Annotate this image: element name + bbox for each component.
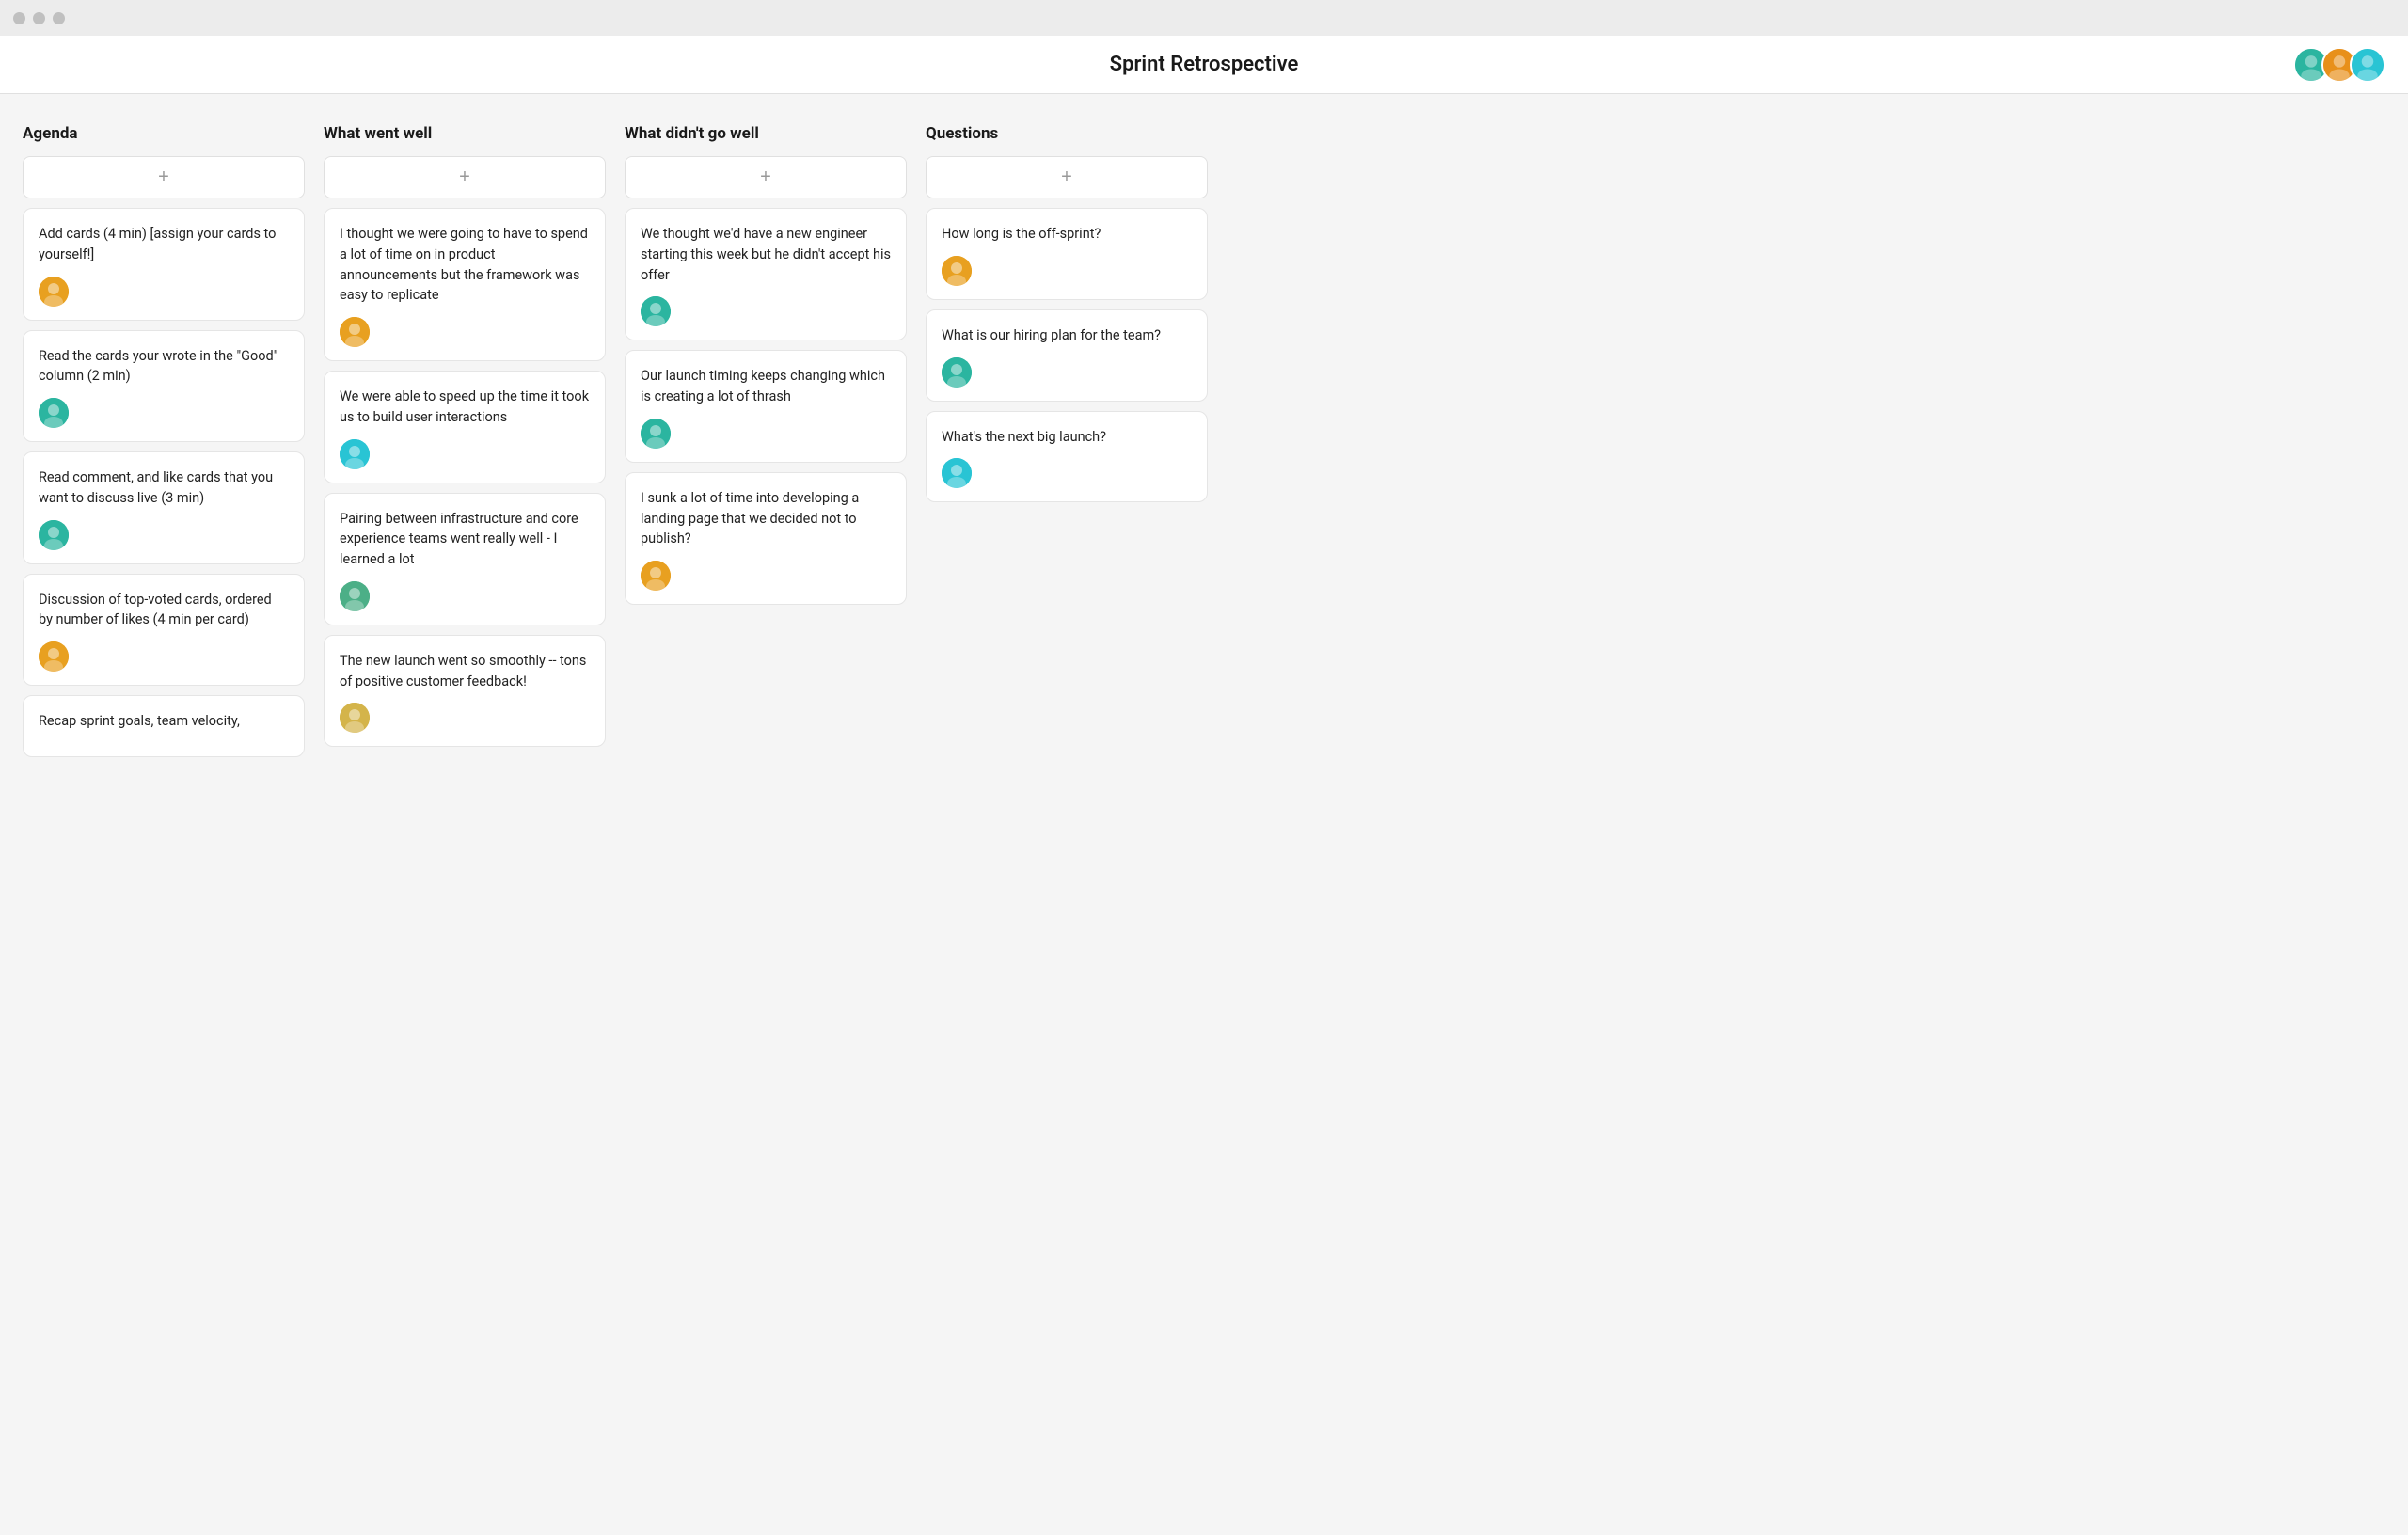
card: What is our hiring plan for the team? xyxy=(926,309,1208,402)
column-what-went-well: What went well + I thought we were going t… xyxy=(324,124,606,1505)
card-text: The new launch went so smoothly -- tons … xyxy=(340,651,590,692)
card-avatar[interactable] xyxy=(641,561,671,591)
header-avatar-group xyxy=(2301,47,2385,83)
add-card-button-questions[interactable]: + xyxy=(926,156,1208,198)
card-avatar[interactable] xyxy=(942,256,972,286)
card-text: Recap sprint goals, team velocity, xyxy=(39,711,289,732)
card: Recap sprint goals, team velocity, xyxy=(23,695,305,757)
card: The new launch went so smoothly -- tons … xyxy=(324,635,606,748)
column-title-what-didnt-go-well: What didn't go well xyxy=(625,124,907,143)
add-card-button-what-went-well[interactable]: + xyxy=(324,156,606,198)
card: Our launch timing keeps changing which i… xyxy=(625,350,907,463)
column-title-questions: Questions xyxy=(926,124,1208,143)
column-what-didnt-go-well: What didn't go well + We thought we'd have… xyxy=(625,124,907,1505)
header-avatar-3[interactable] xyxy=(2350,47,2385,83)
add-card-button-what-didnt-go-well[interactable]: + xyxy=(625,156,907,198)
card-text: Read comment, and like cards that you wa… xyxy=(39,467,289,509)
card-avatar[interactable] xyxy=(39,520,69,550)
title-bar xyxy=(0,0,2408,36)
card-avatar[interactable] xyxy=(641,419,671,449)
card-text: How long is the off-sprint? xyxy=(942,224,1192,245)
card: How long is the off-sprint? xyxy=(926,208,1208,300)
card: We thought we'd have a new engineer star… xyxy=(625,208,907,340)
column-title-what-went-well: What went well xyxy=(324,124,606,143)
card: Discussion of top-voted cards, ordered b… xyxy=(23,574,305,687)
card-avatar[interactable] xyxy=(942,357,972,388)
traffic-light-minimize[interactable] xyxy=(33,12,45,24)
page-title: Sprint Retrospective xyxy=(1110,53,1299,76)
traffic-light-maximize[interactable] xyxy=(53,12,65,24)
card-text: What's the next big launch? xyxy=(942,427,1192,448)
card-avatar[interactable] xyxy=(39,398,69,428)
card-text: What is our hiring plan for the team? xyxy=(942,325,1192,346)
card-text: Pairing between infrastructure and core … xyxy=(340,509,590,570)
card: We were able to speed up the time it too… xyxy=(324,371,606,483)
card-avatar[interactable] xyxy=(340,581,370,611)
column-agenda: Agenda + Add cards (4 min) [assign your ca… xyxy=(23,124,305,1505)
card-avatar[interactable] xyxy=(340,703,370,733)
column-title-agenda: Agenda xyxy=(23,124,305,143)
card: Read the cards your wrote in the "Good" … xyxy=(23,330,305,443)
add-card-button-agenda[interactable]: + xyxy=(23,156,305,198)
card-avatar[interactable] xyxy=(39,641,69,672)
card-text: We were able to speed up the time it too… xyxy=(340,387,590,428)
card-text: Our launch timing keeps changing which i… xyxy=(641,366,891,407)
card-text: I thought we were going to have to spend… xyxy=(340,224,590,306)
card: Pairing between infrastructure and core … xyxy=(324,493,606,625)
card-text: Read the cards your wrote in the "Good" … xyxy=(39,346,289,388)
app-header: Sprint Retrospective xyxy=(0,36,2408,94)
card: What's the next big launch? xyxy=(926,411,1208,503)
card-avatar[interactable] xyxy=(641,296,671,326)
card-text: Add cards (4 min) [assign your cards to … xyxy=(39,224,289,265)
card-text: I sunk a lot of time into developing a l… xyxy=(641,488,891,549)
card-avatar[interactable] xyxy=(39,277,69,307)
card: Add cards (4 min) [assign your cards to … xyxy=(23,208,305,321)
card-text: We thought we'd have a new engineer star… xyxy=(641,224,891,285)
column-questions: Questions + How long is the off-sprint? Wh… xyxy=(926,124,1208,1505)
board: Agenda + Add cards (4 min) [assign your ca… xyxy=(0,94,2408,1535)
card: Read comment, and like cards that you wa… xyxy=(23,451,305,564)
traffic-light-close[interactable] xyxy=(13,12,25,24)
card-avatar[interactable] xyxy=(340,317,370,347)
card-avatar[interactable] xyxy=(942,458,972,488)
card: I sunk a lot of time into developing a l… xyxy=(625,472,907,605)
card: I thought we were going to have to spend… xyxy=(324,208,606,361)
card-avatar[interactable] xyxy=(340,439,370,469)
card-text: Discussion of top-voted cards, ordered b… xyxy=(39,590,289,631)
